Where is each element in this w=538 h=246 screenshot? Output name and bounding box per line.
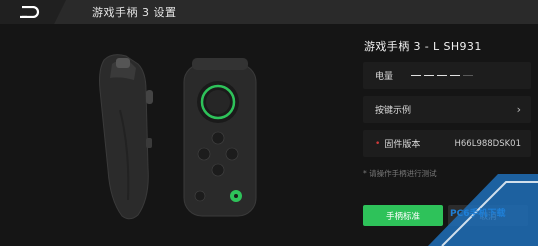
back-button[interactable] xyxy=(0,0,66,24)
watermark-text: PC6手机下载 xyxy=(450,209,506,219)
keymap-example-row[interactable]: 按键示例 › xyxy=(363,96,531,123)
test-hint: * 请操作手柄进行测试 xyxy=(363,169,437,178)
device-name: 游戏手柄 3 - L SH931 xyxy=(364,40,482,53)
battery-indicator xyxy=(411,74,474,77)
controller-illustration xyxy=(99,54,257,220)
page-title: 游戏手柄 3 设置 xyxy=(92,6,177,19)
firmware-row: • 固件版本 H66L988DSK01 xyxy=(363,130,531,157)
chevron-right-icon: › xyxy=(516,103,521,116)
keymap-example-label: 按键示例 xyxy=(375,106,412,116)
battery-row: 电量 xyxy=(363,62,531,89)
back-icon xyxy=(20,6,40,18)
firmware-label: 固件版本 xyxy=(384,140,421,150)
controller-side-view xyxy=(99,54,153,220)
title-bar: 游戏手柄 3 设置 xyxy=(0,0,538,24)
battery-label: 电量 xyxy=(375,72,394,82)
controller-front-view xyxy=(183,58,257,217)
update-dot-icon: • xyxy=(375,138,381,149)
firmware-value: H66L988DSK01 xyxy=(454,138,522,149)
